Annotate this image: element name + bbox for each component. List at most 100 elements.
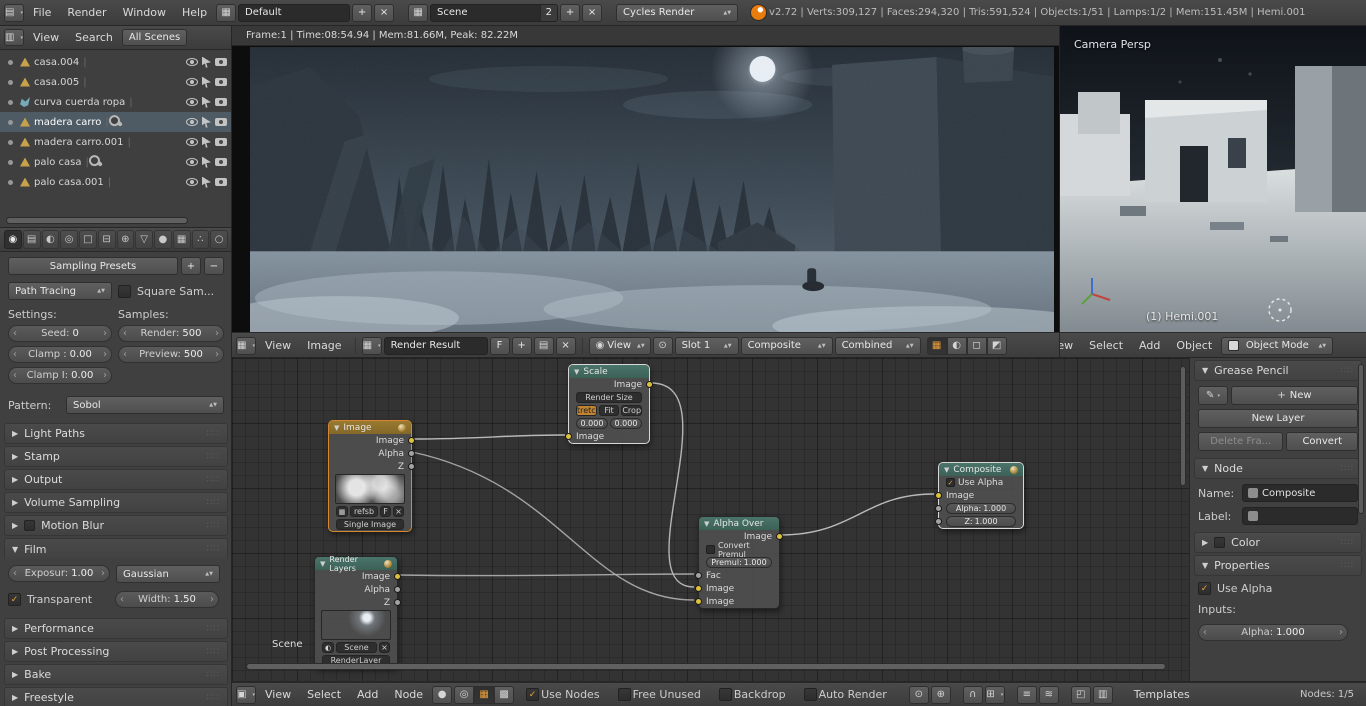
tab-particles[interactable]: ∴ — [191, 230, 210, 249]
menu-view[interactable]: View — [258, 686, 298, 703]
renderability-camera-icon[interactable] — [215, 178, 227, 186]
image-unlink-button[interactable]: × — [555, 336, 576, 355]
visibility-eye-icon[interactable] — [186, 98, 198, 106]
panel-grip-icon[interactable]: ∷∷ — [207, 521, 220, 531]
node-header[interactable]: ▼ Render Layers — [315, 555, 397, 573]
fake-user-button[interactable]: F — [489, 336, 510, 355]
panel-grip-icon[interactable]: ∷∷ — [207, 475, 220, 485]
image-datablock-field[interactable]: Render Result — [383, 336, 488, 355]
panel-volume-sampling[interactable]: ▶ Volume Sampling ∷∷ — [4, 492, 228, 513]
scene-unlink-button[interactable]: × — [379, 642, 390, 653]
tab-scene[interactable]: ◐ — [41, 230, 60, 249]
visibility-eye-icon[interactable] — [186, 178, 198, 186]
tab-modifiers[interactable]: ⊕ — [116, 230, 135, 249]
node-canvas-vscrollbar[interactable] — [1180, 366, 1186, 486]
panel-grip-icon[interactable]: ∷∷ — [1341, 366, 1354, 376]
socket-image-input[interactable] — [935, 492, 942, 499]
motion-blur-checkbox[interactable] — [24, 520, 36, 531]
z-field[interactable]: Z: 1.000 — [946, 516, 1016, 527]
zoom-border-button[interactable]: ◰ — [1070, 685, 1091, 704]
square-samples-checkbox[interactable] — [118, 284, 131, 298]
panel-grease-pencil[interactable]: ▼ Grease Pencil ∷∷ — [1194, 360, 1362, 381]
disclosure-dot-icon[interactable] — [8, 159, 13, 165]
menu-select[interactable]: Select — [300, 686, 348, 703]
disclosure-dot-icon[interactable] — [8, 179, 13, 185]
offset-y-field[interactable]: 0.000 — [610, 418, 642, 429]
menu-image[interactable]: Image — [300, 337, 348, 354]
preset-remove-button[interactable]: − — [204, 257, 224, 275]
exposure-slider[interactable]: Exposur:1.00 — [8, 565, 110, 582]
selectability-cursor-icon[interactable] — [202, 56, 211, 68]
render-pass-dropdown[interactable]: Combined ▲▼ — [834, 336, 921, 355]
node-preview-icon[interactable] — [384, 559, 392, 568]
panel-grip-icon[interactable]: ∷∷ — [1341, 538, 1354, 548]
preview-samples-field[interactable]: Preview:500 — [118, 346, 224, 363]
premul-slider[interactable]: Premul: 1.000 — [706, 557, 772, 568]
image-unlink-button[interactable]: × — [393, 506, 404, 517]
sidebar-scrollbar[interactable] — [1358, 364, 1364, 514]
tab-material[interactable]: ● — [154, 230, 172, 249]
clamp-indirect-field[interactable]: Clamp I:0.00 — [8, 367, 112, 384]
outliner-row[interactable]: casa.004 | — [0, 52, 232, 72]
outliner-row[interactable]: madera carro.001 | — [0, 132, 232, 152]
renderability-camera-icon[interactable] — [215, 78, 227, 86]
use-alpha-checkbox[interactable] — [1198, 582, 1211, 595]
panel-freestyle[interactable]: ▶ Freestyle ∷∷ — [4, 687, 228, 706]
disclosure-dot-icon[interactable] — [8, 119, 13, 125]
selectability-cursor-icon[interactable] — [202, 116, 211, 128]
panel-film[interactable]: ▼ Film ∷∷ — [4, 538, 228, 559]
panel-grip-icon[interactable]: ∷∷ — [207, 693, 220, 703]
selectability-cursor-icon[interactable] — [202, 96, 211, 108]
visibility-eye-icon[interactable] — [186, 138, 198, 146]
panel-grip-icon[interactable]: ∷∷ — [207, 429, 220, 439]
socket-image1-input[interactable] — [695, 585, 702, 592]
selectability-cursor-icon[interactable] — [202, 76, 211, 88]
panel-motion-blur[interactable]: ▶ Motion Blur ∷∷ — [4, 515, 228, 536]
crop-option-button[interactable]: Crop — [621, 405, 643, 416]
menu-select[interactable]: Select — [1082, 337, 1130, 354]
socket-image-output[interactable] — [646, 381, 653, 388]
renderability-camera-icon[interactable] — [215, 158, 227, 166]
render-samples-field[interactable]: Render:500 — [118, 325, 224, 342]
color-checkbox[interactable] — [1214, 537, 1226, 548]
socket-alpha-output[interactable] — [394, 586, 401, 593]
socket-image-output[interactable] — [408, 437, 415, 444]
filter-type-dropdown[interactable]: Gaussian ▲▼ — [116, 565, 220, 583]
pin-button[interactable]: ⊙ — [652, 336, 673, 355]
tab-constraints[interactable]: ⊟ — [97, 230, 116, 249]
transparent-checkbox[interactable] — [8, 593, 21, 606]
editor-type-button[interactable]: ▣ ▾ — [236, 685, 256, 704]
panel-grip-icon[interactable]: ∷∷ — [207, 624, 220, 634]
texture-nodes-button[interactable]: ▩ — [494, 685, 515, 704]
menu-window[interactable]: Window — [116, 4, 173, 21]
image-source-dropdown[interactable]: Single Image — [336, 519, 404, 530]
scene-close-button[interactable]: × — [582, 3, 603, 22]
templates-menu[interactable]: Templates — [1127, 686, 1197, 703]
socket-image-output[interactable] — [776, 533, 783, 540]
screen-close-button[interactable]: × — [374, 3, 395, 22]
space-dropdown[interactable]: Render Size — [576, 392, 642, 403]
panel-post-processing[interactable]: ▶ Post Processing ∷∷ — [4, 641, 228, 662]
disclosure-dot-icon[interactable] — [8, 59, 13, 65]
filter-width-slider[interactable]: Width:1.50 — [115, 591, 219, 608]
convert-button[interactable]: Convert — [1286, 432, 1358, 451]
outliner-row[interactable]: palo casa.001 | — [0, 172, 232, 192]
socket-image2-input[interactable] — [695, 598, 702, 605]
tab-render-layers[interactable]: ▤ — [22, 230, 41, 249]
offset-x-field[interactable]: 0.000 — [576, 418, 608, 429]
shader-tree-button[interactable]: ● — [432, 685, 453, 704]
node-render-layers[interactable]: ▼ Render Layers Image Alpha Z ◐ Scene × R… — [314, 555, 401, 668]
tab-physics[interactable]: ○ — [210, 230, 228, 249]
scene-add-button[interactable]: + — [560, 3, 581, 22]
tab-object-data[interactable]: ▽ — [135, 230, 153, 249]
selectability-cursor-icon[interactable] — [202, 136, 211, 148]
snap-mode-dropdown[interactable]: ⊞ ▾ — [984, 685, 1005, 704]
disclosure-dot-icon[interactable] — [8, 139, 13, 145]
menu-view[interactable]: View — [1060, 337, 1080, 354]
panel-grip-icon[interactable]: ∷∷ — [1341, 561, 1354, 571]
node-header[interactable]: ▼ Image — [329, 421, 411, 434]
outliner-row[interactable]: casa.005 | — [0, 72, 232, 92]
socket-alpha-output[interactable] — [408, 450, 415, 457]
selectability-cursor-icon[interactable] — [202, 156, 211, 168]
draw-mode-button[interactable]: ✎ ▾ — [1198, 386, 1228, 405]
